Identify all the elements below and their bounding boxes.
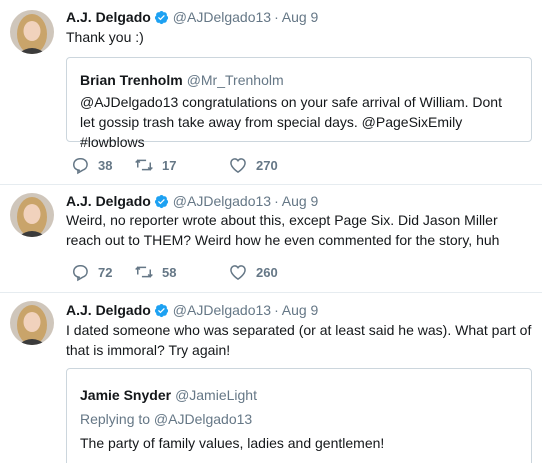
separator: · xyxy=(274,9,279,25)
author-handle[interactable]: @AJDelgado13 xyxy=(173,9,271,25)
reply-icon xyxy=(72,158,88,175)
like-icon xyxy=(230,265,246,280)
tweet-1[interactable]: A.J. Delgado @AJDelgado13 · Aug 9 Thank you… xyxy=(0,0,542,185)
like-button[interactable]: 260 xyxy=(228,262,278,282)
tweet-actions: 72 58 260 xyxy=(70,262,490,282)
like-count: 270 xyxy=(256,157,278,173)
reply-button[interactable]: 38 xyxy=(70,155,112,175)
retweet-icon xyxy=(135,159,153,171)
reply-button[interactable]: 72 xyxy=(70,262,112,282)
quoted-author-handle: @Mr_Trenholm xyxy=(186,72,284,88)
replying-to: Replying to @AJDelgado13 xyxy=(80,411,253,427)
avatar[interactable] xyxy=(10,10,54,54)
quoted-tweet[interactable]: Brian Trenholm @Mr_Trenholm @AJDelgado13 … xyxy=(66,57,532,150)
retweet-count: 58 xyxy=(162,264,177,280)
quoted-author-name: Brian Trenholm xyxy=(80,72,183,88)
reply-count: 72 xyxy=(98,264,113,280)
tweet-text: Weird, no reporter wrote about this, exc… xyxy=(66,212,500,248)
verified-badge-icon xyxy=(154,194,169,209)
quoted-tweet-text: @AJDelgado13 congratulations on your saf… xyxy=(80,94,502,150)
author-name[interactable]: A.J. Delgado xyxy=(66,9,151,25)
retweet-icon xyxy=(135,266,153,278)
author-name[interactable]: A.J. Delgado xyxy=(66,302,151,318)
quoted-tweet[interactable]: Jamie Snyder @JamieLight Replying to @AJD… xyxy=(66,368,532,463)
timestamp[interactable]: Aug 9 xyxy=(282,302,319,318)
quoted-author-name: Jamie Snyder xyxy=(80,387,172,403)
retweet-count: 17 xyxy=(162,157,177,173)
verified-badge-icon xyxy=(154,10,169,25)
reply-count: 38 xyxy=(98,157,113,173)
separator: · xyxy=(274,302,279,318)
verified-badge-icon xyxy=(154,303,169,318)
tweet-text: I dated someone who was separated (or at… xyxy=(66,322,532,358)
author-name[interactable]: A.J. Delgado xyxy=(66,193,151,209)
tweet-actions: 38 17 270 xyxy=(70,155,490,175)
timestamp[interactable]: Aug 9 xyxy=(282,9,319,25)
tweet-text: Thank you :) xyxy=(66,29,144,45)
quoted-author-handle: @JamieLight xyxy=(175,387,257,403)
quoted-tweet-text: The party of family values, ladies and g… xyxy=(80,435,385,451)
like-count: 260 xyxy=(256,264,278,280)
reply-icon xyxy=(72,265,88,282)
avatar[interactable] xyxy=(10,193,54,237)
tweet-2[interactable]: A.J. Delgado @AJDelgado13 · Aug 9 Weird, no… xyxy=(0,185,542,293)
retweet-button[interactable]: 17 xyxy=(134,155,176,175)
avatar[interactable] xyxy=(10,301,54,345)
timestamp[interactable]: Aug 9 xyxy=(282,193,319,209)
separator: · xyxy=(274,193,279,209)
like-icon xyxy=(230,158,246,173)
tweet-3[interactable]: A.J. Delgado @AJDelgado13 · Aug 9 I dated s… xyxy=(0,293,542,463)
author-handle[interactable]: @AJDelgado13 xyxy=(173,302,271,318)
retweet-button[interactable]: 58 xyxy=(134,262,176,282)
author-handle[interactable]: @AJDelgado13 xyxy=(173,193,271,209)
like-button[interactable]: 270 xyxy=(228,155,278,175)
